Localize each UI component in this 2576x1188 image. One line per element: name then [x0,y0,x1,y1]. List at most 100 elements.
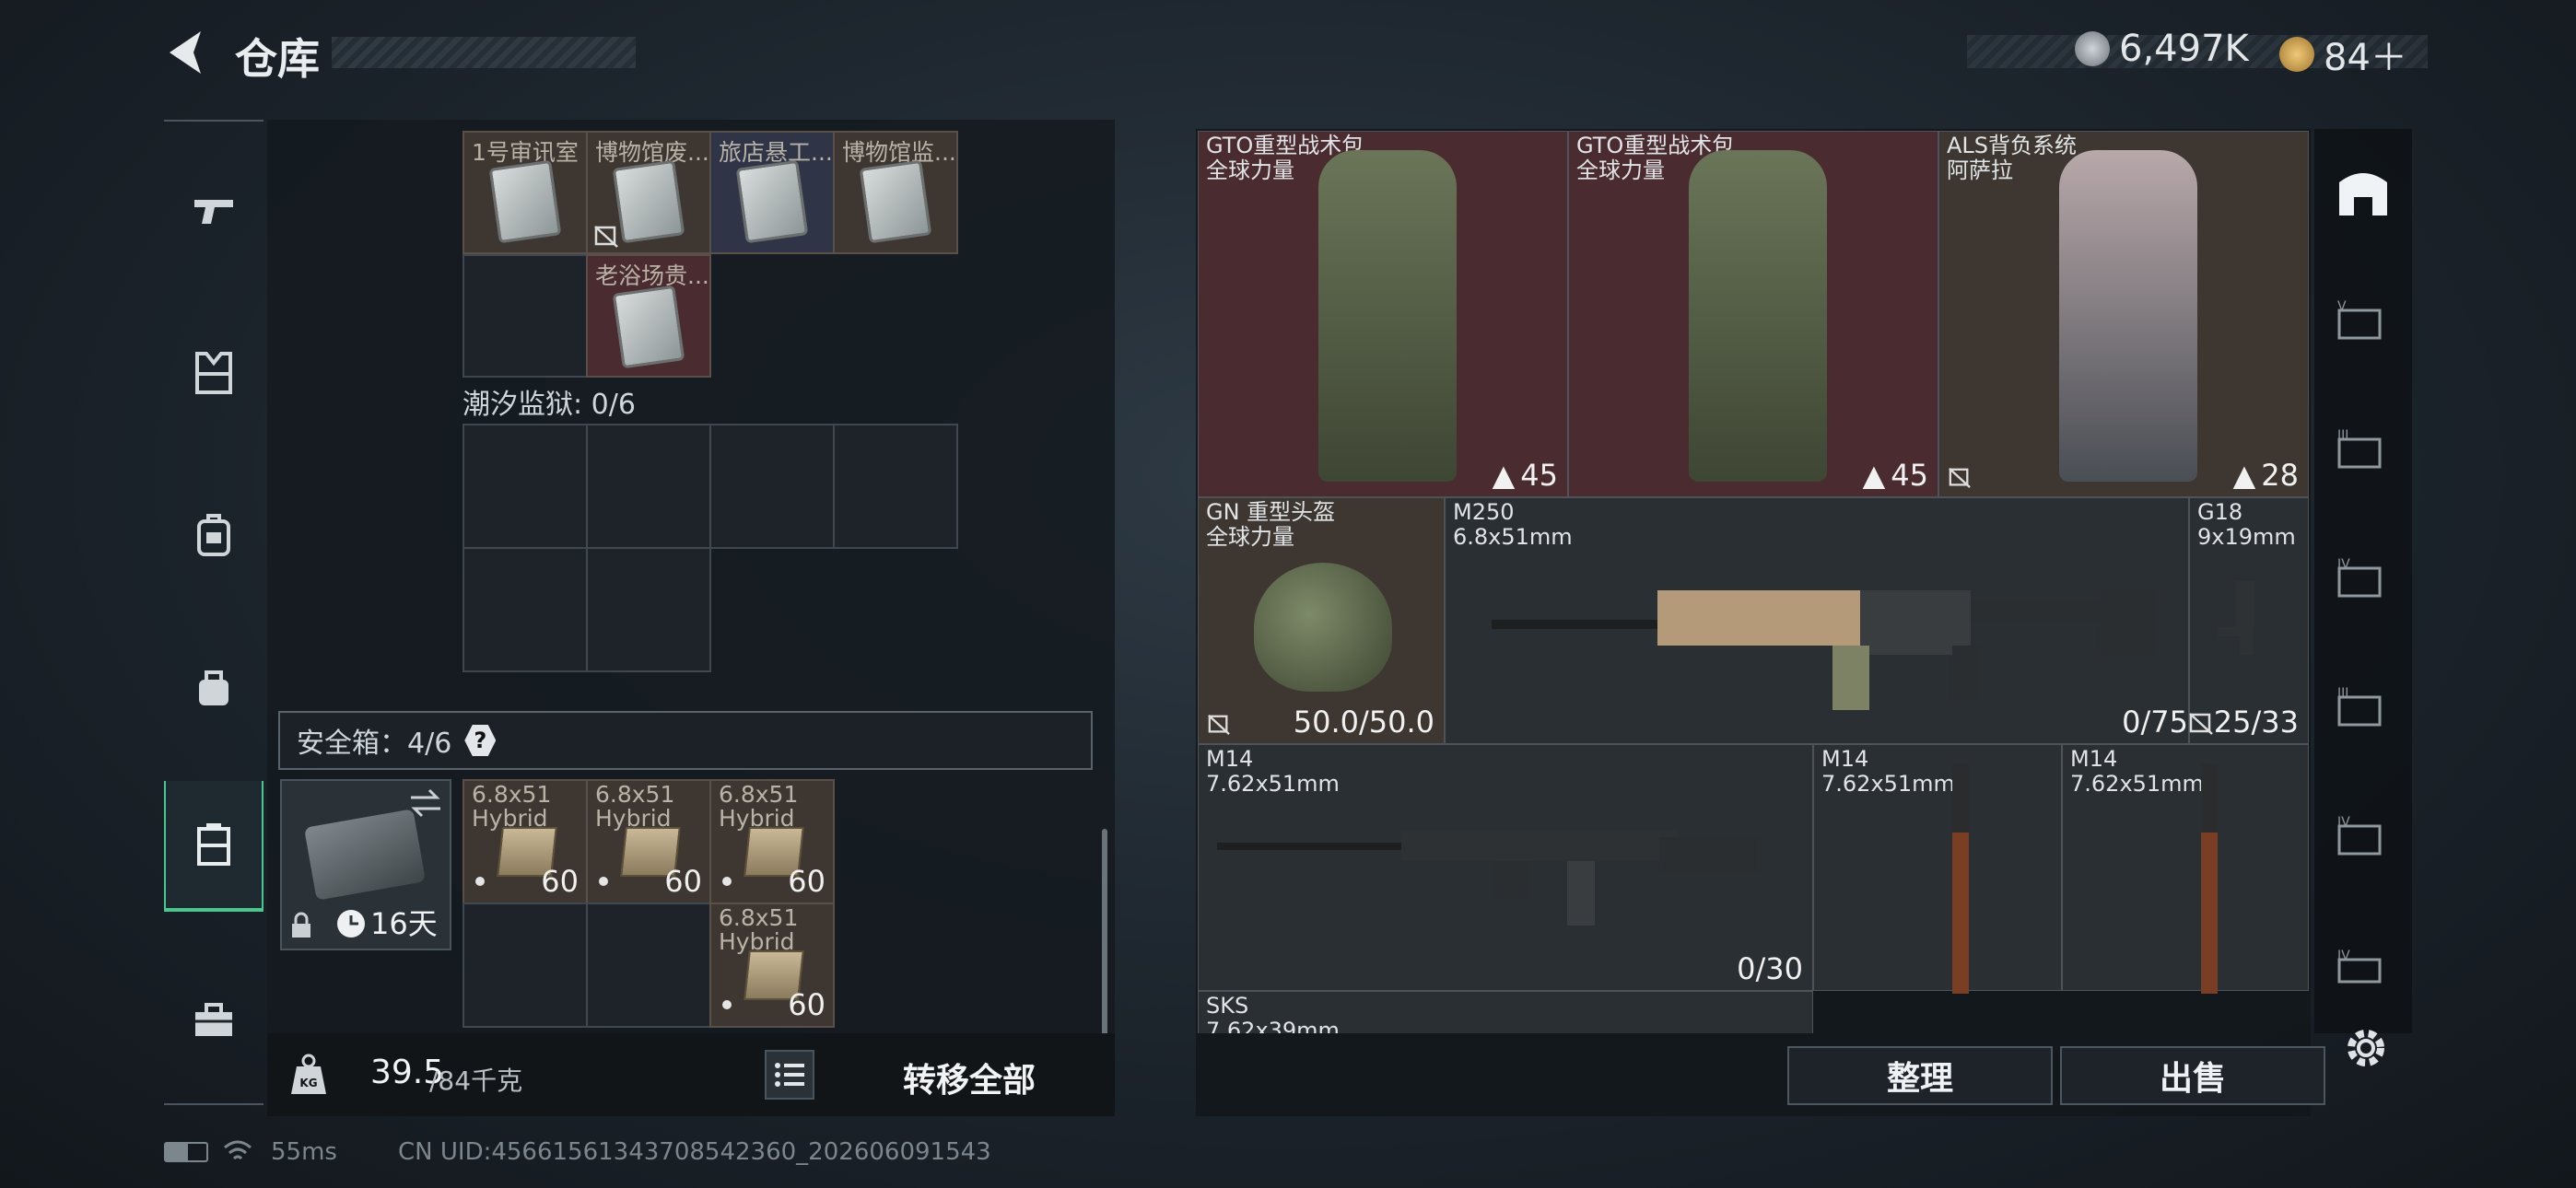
bag-icon [199,670,228,705]
battery-icon [164,1142,208,1162]
empty-slot[interactable] [709,424,835,549]
rifle-icon [1952,763,1969,994]
gold-amount: 84＋ [2324,37,2407,79]
item-count: 60 [664,864,702,899]
dot-icon [475,877,485,886]
machine-gun-icon [1492,590,2155,710]
case-icon [197,823,230,866]
safe-box-label: 安全箱：4/6 [297,728,452,760]
toolbox-icon [195,1003,232,1036]
sidebar-item-weapons[interactable] [164,160,263,262]
sidebar-item-backpack[interactable] [164,484,263,586]
gold-coin-icon [2279,37,2314,72]
backpack-icon [2059,150,2197,482]
sidebar-item-safe-case[interactable] [164,781,263,912]
currency-gold[interactable]: 84＋ [2279,28,2407,81]
category-sidebar [164,120,263,1105]
empty-slot[interactable] [463,547,588,672]
filter-tier-iv[interactable]: IV [2314,525,2412,632]
backpack-item[interactable]: ALS背负系统 阿萨拉 ▲ 28 [1938,131,2309,497]
weight-icon: KG [291,1054,326,1094]
sidebar-item-bag[interactable] [164,637,263,739]
safe-days: 16天 [370,906,438,941]
empty-slot[interactable] [833,424,958,549]
clock-icon [337,910,365,938]
filter-sidebar: V III IV III IV IV [2314,129,2412,1033]
ammo-item[interactable]: 6.8x51 Hybrid 60 [463,779,588,904]
pistol-icon [194,200,233,224]
helmet-small-icon: ▲ [1492,458,1516,493]
svg-text:III: III [2337,428,2348,443]
filter-all[interactable] [2314,140,2412,247]
keycard-item[interactable]: 博物馆废... [586,131,711,254]
filter-tier-iv-b[interactable]: IV [2314,783,2412,890]
keycard-item[interactable]: 博物馆监... [833,131,958,254]
helmet-item[interactable]: GN 重型头盔 全球力量 50.0/50.0 [1198,497,1445,744]
rifle-icon [1217,830,1761,926]
filter-tier-iv-c[interactable]: IV [2314,912,2412,1019]
item-name: 6.8x51 Hybrid [719,906,799,954]
backpack-icon [1689,150,1827,482]
item-capacity: ▲ 28 [2232,458,2299,493]
rifle-item[interactable]: M14 7.62x51mm [1813,744,2062,994]
empty-slot[interactable] [586,903,711,1028]
filter-tier-iii[interactable]: III [2314,396,2412,503]
keycard-item[interactable]: 老浴场贵... [586,254,711,378]
empty-slot[interactable] [463,903,588,1028]
rifle-icon [2201,763,2218,994]
item-name: 老浴场贵... [595,262,709,289]
item-count: 60 [788,864,825,899]
sidebar-item-toolbox[interactable] [164,969,263,1070]
pistol-item[interactable]: G18 9x19mm 25/33 [2189,497,2309,744]
filter-iv-icon: IV [2337,949,2382,984]
filter-iii-icon: III [2337,686,2382,727]
safe-box-bar: 安全箱：4/6 ? [278,711,1093,770]
swap-icon[interactable] [407,786,444,820]
safe-case-item[interactable]: 16天 [280,779,451,950]
uid-text: CN UID:4566156134370854236​0_20260609154… [398,1138,991,1166]
empty-slot[interactable] [586,547,711,672]
keycard-item[interactable]: 旅店悬工... [709,131,835,254]
backpack-item[interactable]: GTO重型战术包 全球力量 ▲ 45 [1568,131,1938,497]
back-arrow-icon[interactable] [164,28,210,77]
item-name: M14 7.62x51mm [1821,746,1955,797]
keycard-icon [612,285,685,369]
keycard-icon [859,159,932,244]
weapon-item[interactable]: M250 6.8x51mm 0/75 [1445,497,2189,744]
helmet-icon [1254,563,1392,692]
rifle-item[interactable]: M14 7.62x51mm 0/30 [1198,744,1813,991]
list-view-button[interactable] [765,1050,814,1100]
settings-gear-icon[interactable] [2342,1024,2390,1072]
title-decoration [332,37,636,68]
ammo-item[interactable]: 6.8x51 Hybrid 60 [709,779,835,904]
rifle-item[interactable]: SKS 7.62x39mm [1198,991,1813,1033]
item-name: M250 6.8x51mm [1453,499,1573,550]
ammo-item[interactable]: 6.8x51 Hybrid 60 [586,779,711,904]
empty-slot[interactable] [586,424,711,549]
filter-tier-v[interactable]: V [2314,267,2412,374]
empty-slot[interactable] [463,254,588,378]
lock-icon [292,912,310,938]
filter-tier-iii-b[interactable]: III [2314,654,2412,761]
help-icon[interactable]: ? [464,725,497,756]
rifle-item[interactable]: M14 7.62x51mm [2062,744,2309,994]
sell-button[interactable]: 出售 [2060,1046,2325,1105]
empty-slot[interactable] [463,424,588,549]
backpack-item[interactable]: GTO重型战术包 全球力量 ▲ 45 [1198,131,1568,497]
vest-icon [195,352,232,394]
item-name: 6.8x51 Hybrid [472,783,552,831]
dot-icon [599,877,608,886]
filter-iii-icon: III [2337,428,2382,469]
transfer-all-button[interactable]: 转移全部 [903,1054,1036,1101]
prison-label: 潮汐监狱: 0/6 [463,389,636,421]
helmet-small-icon: ▲ [2232,458,2256,493]
currency-silver[interactable]: 6,497K [2075,28,2249,70]
ammo-item[interactable]: 6.8x51 Hybrid 60 [709,903,835,1028]
item-name: ALS背负系统 阿萨拉 [1947,133,2078,183]
weight-max: /84千克 [429,1066,523,1096]
sidebar-item-vest[interactable] [164,322,263,424]
sort-button[interactable]: 整理 [1787,1046,2053,1105]
helmet-small-icon: ▲ [1862,458,1886,493]
keycard-item[interactable]: 1号审讯室 [463,131,588,254]
item-name: SKS 7.62x39mm [1206,993,1340,1034]
